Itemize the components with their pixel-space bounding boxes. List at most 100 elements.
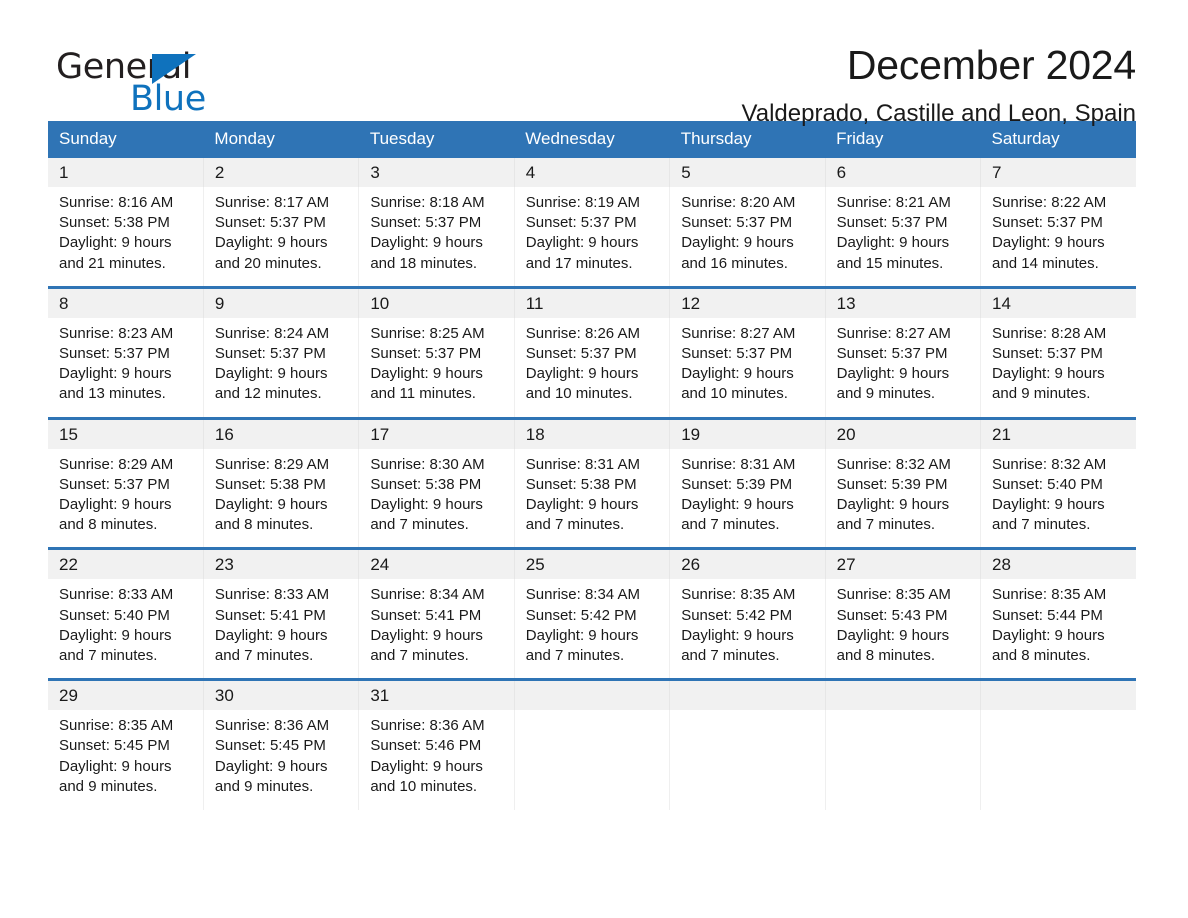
day-cell[interactable]: Sunrise: 8:34 AM Sunset: 5:42 PM Dayligh… — [513, 579, 670, 680]
day-number[interactable]: 20 — [824, 416, 981, 449]
day-number[interactable]: 11 — [513, 285, 670, 318]
day-cell[interactable]: Sunrise: 8:30 AM Sunset: 5:38 PM Dayligh… — [358, 448, 515, 549]
day-number[interactable]: 8 — [48, 285, 204, 318]
page-subtitle: Valdeprado, Castille and Leon, Spain — [741, 100, 1137, 128]
sunset-text: Sunset: 5:43 PM — [836, 606, 948, 624]
day-number[interactable]: 9 — [202, 285, 359, 318]
day-cell[interactable]: Sunrise: 8:23 AM Sunset: 5:37 PM Dayligh… — [48, 317, 204, 419]
day-cell[interactable]: Sunrise: 8:36 AM Sunset: 5:46 PM Dayligh… — [358, 710, 515, 811]
day-cell[interactable]: Sunrise: 8:19 AM Sunset: 5:37 PM Dayligh… — [513, 187, 670, 288]
day-number[interactable]: 2 — [202, 158, 359, 187]
sunset-text: Sunset: 5:37 PM — [370, 345, 482, 363]
daylight-text-line2: and 7 minutes. — [214, 647, 314, 665]
day-cell[interactable]: Sunrise: 8:25 AM Sunset: 5:37 PM Dayligh… — [358, 317, 515, 419]
day-number[interactable]: 14 — [980, 285, 1136, 318]
day-cell[interactable]: Sunrise: 8:17 AM Sunset: 5:37 PM Dayligh… — [202, 187, 359, 288]
day-cell[interactable]: Sunrise: 8:18 AM Sunset: 5:37 PM Dayligh… — [358, 187, 515, 288]
day-number[interactable]: 30 — [202, 678, 359, 711]
sunset-text: Sunset: 5:37 PM — [59, 475, 170, 493]
day-number[interactable]: 16 — [202, 416, 359, 449]
daylight-text-line2: and 7 minutes. — [836, 516, 936, 534]
page-title: December 2024 — [846, 42, 1136, 88]
day-cell[interactable]: Sunrise: 8:21 AM Sunset: 5:37 PM Dayligh… — [824, 187, 981, 288]
day-number[interactable]: 5 — [669, 158, 826, 187]
day-number[interactable]: 18 — [513, 416, 670, 449]
weekday-header-monday: Monday — [203, 121, 359, 158]
sunset-text: Sunset: 5:39 PM — [836, 475, 948, 493]
day-number[interactable]: 27 — [824, 547, 981, 580]
daylight-text-line1: Daylight: 9 hours — [370, 365, 483, 383]
daylight-text-line1: Daylight: 9 hours — [214, 757, 328, 775]
day-cell[interactable]: Sunrise: 8:29 AM Sunset: 5:37 PM Dayligh… — [48, 448, 204, 549]
day-cell[interactable]: Sunrise: 8:32 AM Sunset: 5:39 PM Dayligh… — [824, 448, 981, 549]
day-cell[interactable]: Sunrise: 8:32 AM Sunset: 5:40 PM Dayligh… — [980, 448, 1136, 549]
day-number[interactable]: 29 — [48, 678, 204, 711]
sunset-text: Sunset: 5:39 PM — [681, 475, 793, 493]
day-number[interactable]: 15 — [48, 416, 204, 449]
day-number[interactable]: 3 — [358, 158, 515, 187]
daylight-text-line2: and 15 minutes. — [836, 254, 944, 272]
day-number[interactable]: 25 — [513, 547, 670, 580]
day-number[interactable]: 1 — [48, 158, 204, 187]
day-number[interactable]: 17 — [358, 416, 515, 449]
logo-text-blue: Blue — [130, 79, 206, 119]
day-cell[interactable]: Sunrise: 8:35 AM Sunset: 5:45 PM Dayligh… — [48, 710, 204, 811]
day-number[interactable]: 21 — [980, 416, 1136, 449]
generalblue-logo[interactable]: General Blue — [56, 44, 216, 119]
daylight-text-line1: Daylight: 9 hours — [525, 234, 639, 252]
daylight-text-line1: Daylight: 9 hours — [370, 626, 483, 644]
week-2-info-row: Sunrise: 8:23 AM Sunset: 5:37 PM Dayligh… — [48, 317, 1136, 419]
day-cell[interactable]: Sunrise: 8:33 AM Sunset: 5:41 PM Dayligh… — [202, 579, 359, 680]
day-cell-empty — [669, 710, 826, 811]
day-number[interactable]: 7 — [980, 158, 1136, 187]
daylight-text-line2: and 14 minutes. — [992, 254, 1099, 272]
sunset-text: Sunset: 5:42 PM — [681, 606, 793, 624]
day-cell-empty — [513, 710, 670, 811]
daylight-text-line1: Daylight: 9 hours — [370, 757, 483, 775]
day-cell[interactable]: Sunrise: 8:26 AM Sunset: 5:37 PM Dayligh… — [513, 317, 670, 419]
day-number[interactable]: 23 — [202, 547, 359, 580]
daylight-text-line1: Daylight: 9 hours — [681, 496, 794, 514]
day-cell[interactable]: Sunrise: 8:28 AM Sunset: 5:37 PM Dayligh… — [980, 317, 1136, 419]
day-number[interactable]: 13 — [824, 285, 981, 318]
day-cell[interactable]: Sunrise: 8:33 AM Sunset: 5:40 PM Dayligh… — [48, 579, 204, 680]
daylight-text-line2: and 9 minutes. — [992, 385, 1091, 403]
sunset-text: Sunset: 5:37 PM — [992, 214, 1103, 232]
sunrise-text: Sunrise: 8:34 AM — [525, 586, 640, 604]
day-number[interactable]: 4 — [513, 158, 670, 187]
daylight-text-line2: and 13 minutes. — [59, 385, 166, 403]
sunrise-text: Sunrise: 8:20 AM — [681, 194, 796, 211]
day-cell[interactable]: Sunrise: 8:27 AM Sunset: 5:37 PM Dayligh… — [824, 317, 981, 419]
day-number[interactable]: 28 — [980, 547, 1136, 580]
daylight-text-line2: and 7 minutes. — [525, 647, 625, 665]
day-number[interactable]: 6 — [824, 158, 981, 187]
day-cell[interactable]: Sunrise: 8:35 AM Sunset: 5:42 PM Dayligh… — [669, 579, 826, 680]
day-cell[interactable]: Sunrise: 8:20 AM Sunset: 5:37 PM Dayligh… — [669, 187, 826, 288]
daylight-text-line1: Daylight: 9 hours — [370, 234, 483, 252]
day-number[interactable]: 26 — [669, 547, 826, 580]
daylight-text-line2: and 21 minutes. — [59, 254, 166, 272]
day-cell[interactable]: Sunrise: 8:34 AM Sunset: 5:41 PM Dayligh… — [358, 579, 515, 680]
day-cell[interactable]: Sunrise: 8:31 AM Sunset: 5:39 PM Dayligh… — [669, 448, 826, 549]
day-cell[interactable]: Sunrise: 8:36 AM Sunset: 5:45 PM Dayligh… — [202, 710, 359, 811]
day-cell[interactable]: Sunrise: 8:29 AM Sunset: 5:38 PM Dayligh… — [202, 448, 359, 549]
day-cell[interactable]: Sunrise: 8:22 AM Sunset: 5:37 PM Dayligh… — [980, 187, 1136, 288]
day-number[interactable]: 10 — [358, 285, 515, 318]
daylight-text-line2: and 11 minutes. — [370, 385, 476, 403]
daylight-text-line2: and 8 minutes. — [836, 647, 936, 665]
day-number[interactable]: 22 — [48, 547, 204, 580]
day-number[interactable]: 12 — [669, 285, 826, 318]
sunset-text: Sunset: 5:37 PM — [525, 214, 637, 232]
day-number[interactable]: 24 — [358, 547, 515, 580]
day-number[interactable]: 31 — [358, 678, 515, 711]
day-cell[interactable]: Sunrise: 8:16 AM Sunset: 5:38 PM Dayligh… — [48, 187, 204, 288]
day-cell[interactable]: Sunrise: 8:31 AM Sunset: 5:38 PM Dayligh… — [513, 448, 670, 549]
sunset-text: Sunset: 5:37 PM — [681, 345, 793, 363]
sunset-text: Sunset: 5:38 PM — [370, 475, 482, 493]
day-cell[interactable]: Sunrise: 8:35 AM Sunset: 5:44 PM Dayligh… — [980, 579, 1136, 680]
sunset-text: Sunset: 5:37 PM — [681, 214, 793, 232]
day-cell[interactable]: Sunrise: 8:24 AM Sunset: 5:37 PM Dayligh… — [202, 317, 359, 419]
day-cell[interactable]: Sunrise: 8:35 AM Sunset: 5:43 PM Dayligh… — [824, 579, 981, 680]
day-number[interactable]: 19 — [669, 416, 826, 449]
day-cell[interactable]: Sunrise: 8:27 AM Sunset: 5:37 PM Dayligh… — [669, 317, 826, 419]
